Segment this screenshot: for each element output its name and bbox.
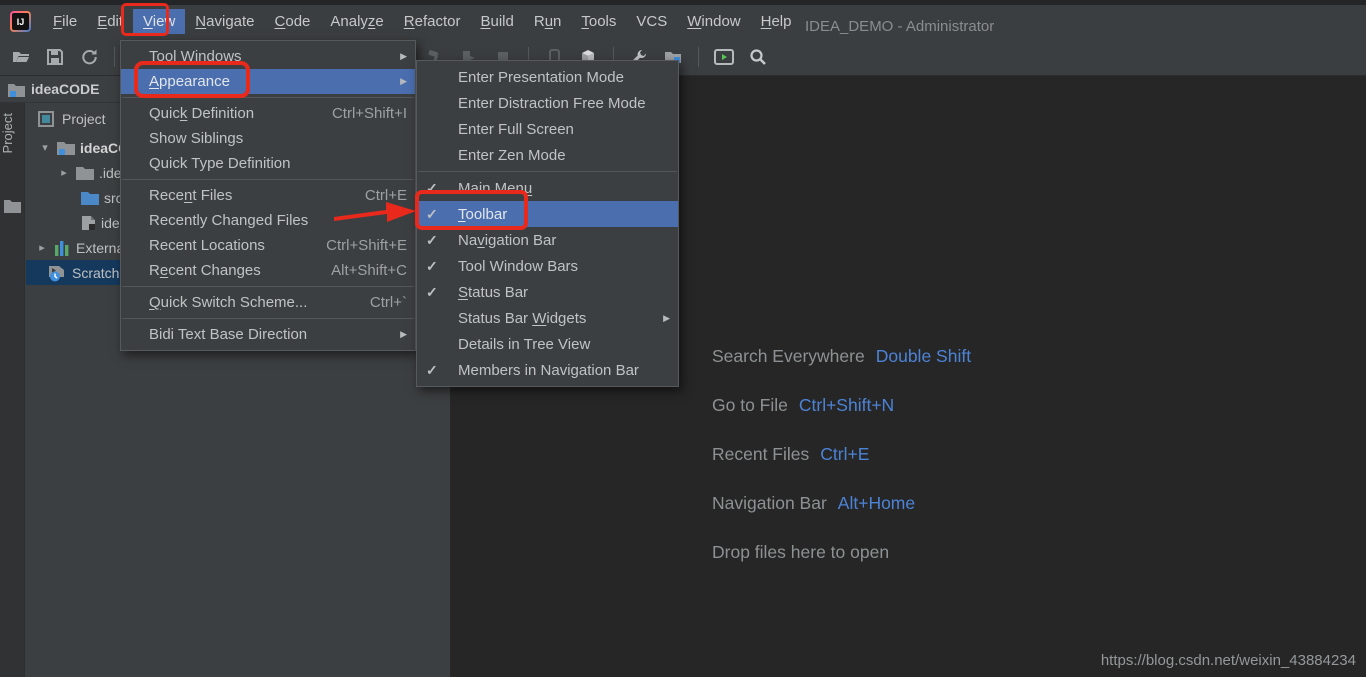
project-panel-title: Project [62, 111, 106, 127]
menu-item-show-siblings[interactable]: Show Siblings [121, 126, 415, 151]
menu-item-quick-definition[interactable]: Quick Definition Ctrl+Shift+I [121, 101, 415, 126]
menu-separator [122, 97, 414, 98]
menubar-item-tools[interactable]: Tools [571, 9, 626, 34]
menu-item-recent-files[interactable]: Recent Files Ctrl+E [121, 183, 415, 208]
checkmark-icon: ✓ [426, 258, 452, 275]
appearance-submenu-popup: Enter Presentation Mode Enter Distractio… [416, 60, 679, 387]
hint-navigation-bar: Navigation BarAlt+Home [712, 493, 971, 517]
hint-go-to-file: Go to FileCtrl+Shift+N [712, 395, 971, 419]
chevron-collapsed-icon[interactable]: ▸ [57, 166, 71, 179]
menu-separator [122, 286, 414, 287]
watermark-url: https://blog.csdn.net/weixin_43884234 [1101, 652, 1356, 669]
intellij-logo-icon: IJ [10, 11, 31, 32]
menu-item-recent-changes[interactable]: Recent Changes Alt+Shift+C [121, 258, 415, 283]
toolbar-separator [698, 47, 699, 67]
menu-item-details-in-tree-view[interactable]: Details in Tree View [417, 331, 678, 357]
project-window-icon [38, 111, 54, 127]
menubar-item-code[interactable]: Code [265, 9, 321, 34]
checkmark-icon: ✓ [426, 206, 452, 223]
save-icon [46, 48, 64, 66]
menubar-item-file[interactable]: File [43, 9, 87, 34]
source-folder-icon [81, 190, 99, 205]
run-anything-button[interactable] [711, 44, 737, 70]
toolbar-separator [114, 47, 115, 67]
chevron-expanded-icon[interactable]: ▾ [38, 141, 52, 154]
menu-item-enter-zen-mode[interactable]: Enter Zen Mode [417, 142, 678, 168]
hint-recent-files: Recent FilesCtrl+E [712, 444, 971, 468]
menu-item-navigation-bar[interactable]: ✓ Navigation Bar [417, 227, 678, 253]
menu-item-members-in-navigation-bar[interactable]: ✓ Members in Navigation Bar [417, 357, 678, 383]
menu-item-appearance[interactable]: Appearance ▶ [121, 69, 415, 94]
checkmark-icon: ✓ [426, 180, 452, 197]
folder-icon [76, 165, 94, 180]
submenu-arrow-icon: ▶ [400, 76, 407, 87]
menubar-item-vcs[interactable]: VCS [626, 9, 677, 34]
chevron-collapsed-icon[interactable]: ▸ [35, 241, 49, 254]
menubar-item-window[interactable]: Window [677, 9, 750, 34]
menubar-item-build[interactable]: Build [470, 9, 523, 34]
menu-item-quick-switch-scheme[interactable]: Quick Switch Scheme... Ctrl+` [121, 290, 415, 315]
menubar-item-help[interactable]: Help [751, 9, 802, 34]
menubar-item-edit[interactable]: Edit [87, 9, 133, 34]
scratches-icon [48, 264, 67, 282]
title-bar: IJ File Edit View Navigate Code Analyze … [0, 0, 1366, 38]
menubar-item-refactor[interactable]: Refactor [394, 9, 471, 34]
sync-button[interactable] [76, 44, 102, 70]
stripe-folder-icon[interactable] [4, 199, 21, 213]
project-folder-icon [57, 140, 75, 155]
editor-shortcut-hints: Search EverywhereDouble Shift Go to File… [712, 346, 971, 591]
menu-separator [418, 171, 677, 172]
stripe-project-button[interactable]: Project [0, 113, 25, 153]
view-menu-popup: Tool Windows ▶ Appearance ▶ Quick Defini… [120, 40, 416, 351]
open-folder-icon [12, 48, 30, 66]
menu-item-quick-type-definition[interactable]: Quick Type Definition [121, 151, 415, 176]
menu-item-status-bar-widgets[interactable]: Status Bar Widgets ▶ [417, 305, 678, 331]
tool-window-stripe: Project [0, 103, 25, 677]
open-project-button[interactable] [8, 44, 34, 70]
menubar-item-view[interactable]: View [133, 9, 185, 34]
menubar-item-navigate[interactable]: Navigate [185, 9, 264, 34]
hint-search-everywhere: Search EverywhereDouble Shift [712, 346, 971, 370]
submenu-arrow-icon: ▶ [663, 313, 670, 324]
iml-file-icon [81, 215, 96, 231]
menu-item-recent-locations[interactable]: Recent Locations Ctrl+Shift+E [121, 233, 415, 258]
menu-item-tool-windows[interactable]: Tool Windows ▶ [121, 44, 415, 69]
save-all-button[interactable] [42, 44, 68, 70]
menu-item-enter-distraction-free-mode[interactable]: Enter Distraction Free Mode [417, 90, 678, 116]
menu-item-enter-presentation-mode[interactable]: Enter Presentation Mode [417, 64, 678, 90]
menubar-item-run[interactable]: Run [524, 9, 572, 34]
search-icon [749, 48, 767, 66]
intellij-logo-text: IJ [12, 13, 29, 30]
search-everywhere-button[interactable] [745, 44, 771, 70]
project-root-folder-icon [8, 82, 25, 97]
libraries-icon [54, 240, 71, 256]
menubar-item-analyze[interactable]: Analyze [320, 9, 393, 34]
menu-item-tool-window-bars[interactable]: ✓ Tool Window Bars [417, 253, 678, 279]
submenu-arrow-icon: ▶ [400, 51, 407, 62]
checkmark-icon: ✓ [426, 232, 452, 249]
run-anything-icon [714, 48, 734, 66]
menu-item-recently-changed-files[interactable]: Recently Changed Files [121, 208, 415, 233]
menu-item-enter-full-screen[interactable]: Enter Full Screen [417, 116, 678, 142]
menu-item-toolbar[interactable]: ✓ Toolbar [417, 201, 678, 227]
checkmark-icon: ✓ [426, 284, 452, 301]
sync-refresh-icon [80, 48, 98, 66]
menu-item-main-menu[interactable]: ✓ Main Menu [417, 175, 678, 201]
checkmark-icon: ✓ [426, 362, 452, 379]
menu-item-status-bar[interactable]: ✓ Status Bar [417, 279, 678, 305]
menu-item-bidi-text-base-direction[interactable]: Bidi Text Base Direction ▶ [121, 322, 415, 347]
navbar-path[interactable]: ideaCODE [31, 81, 99, 97]
submenu-arrow-icon: ▶ [400, 329, 407, 340]
menu-separator [122, 179, 414, 180]
hint-drop-files: Drop files here to open [712, 542, 971, 566]
menu-separator [122, 318, 414, 319]
